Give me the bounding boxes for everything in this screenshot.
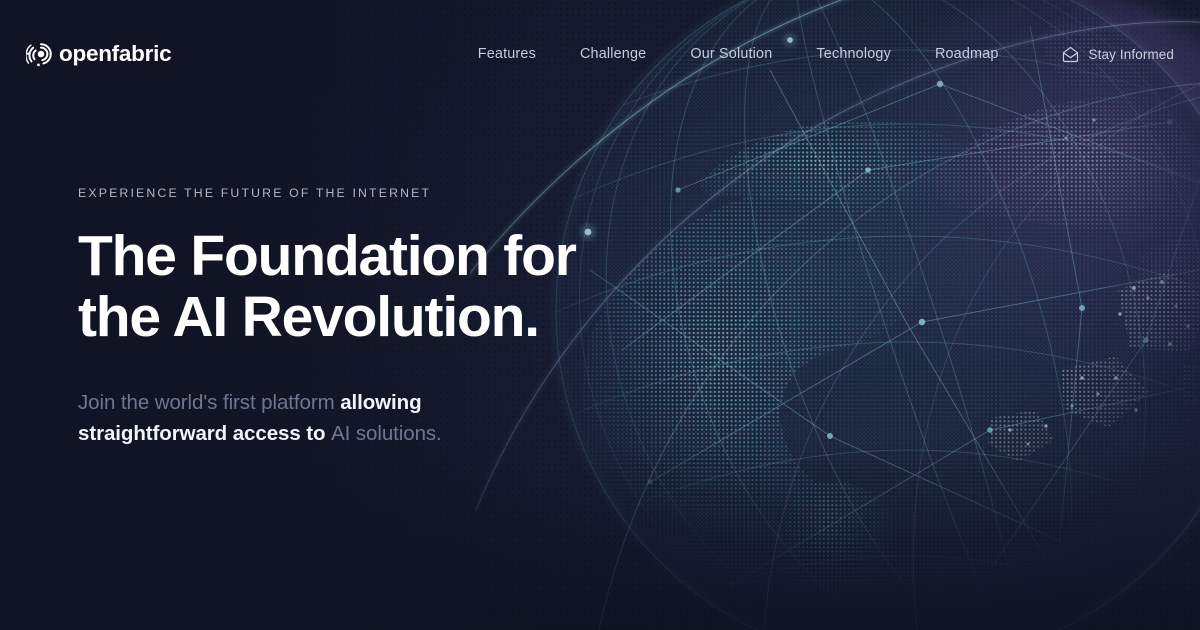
envelope-icon xyxy=(1062,46,1078,62)
subheading-part-3: AI solutions. xyxy=(331,421,442,445)
stay-informed-label: Stay Informed xyxy=(1088,46,1174,62)
logo[interactable]: openfabric xyxy=(26,37,172,71)
hero-content: EXPERIENCE THE FUTURE OF THE INTERNET Th… xyxy=(78,186,638,449)
subheading-part-1: Join the world's first platform xyxy=(78,390,341,414)
page-title: The Foundation for the AI Revolution. xyxy=(78,224,638,350)
hero-subheading: Join the world's first platform allowing… xyxy=(78,387,498,449)
hero-eyebrow: EXPERIENCE THE FUTURE OF THE INTERNET xyxy=(78,186,432,200)
openfabric-radar-icon xyxy=(26,43,52,67)
logo-text: openfabric xyxy=(59,40,172,66)
hero-page: openfabric Features Challenge Our Soluti… xyxy=(0,0,1200,630)
main-navigation: Features Challenge Our Solution Technolo… xyxy=(456,37,1176,72)
nav-item-technology[interactable]: Technology xyxy=(794,38,913,70)
headline-line-2: the AI Revolution. xyxy=(78,285,540,350)
site-header: openfabric Features Challenge Our Soluti… xyxy=(0,0,1200,108)
nav-item-challenge[interactable]: Challenge xyxy=(558,38,668,70)
headline-line-1: The Foundation for xyxy=(78,224,577,288)
nav-item-our-solution[interactable]: Our Solution xyxy=(668,38,794,70)
nav-item-roadmap[interactable]: Roadmap xyxy=(913,38,1021,70)
nav-item-features[interactable]: Features xyxy=(456,38,558,70)
stay-informed-button[interactable]: Stay Informed xyxy=(1061,37,1176,72)
